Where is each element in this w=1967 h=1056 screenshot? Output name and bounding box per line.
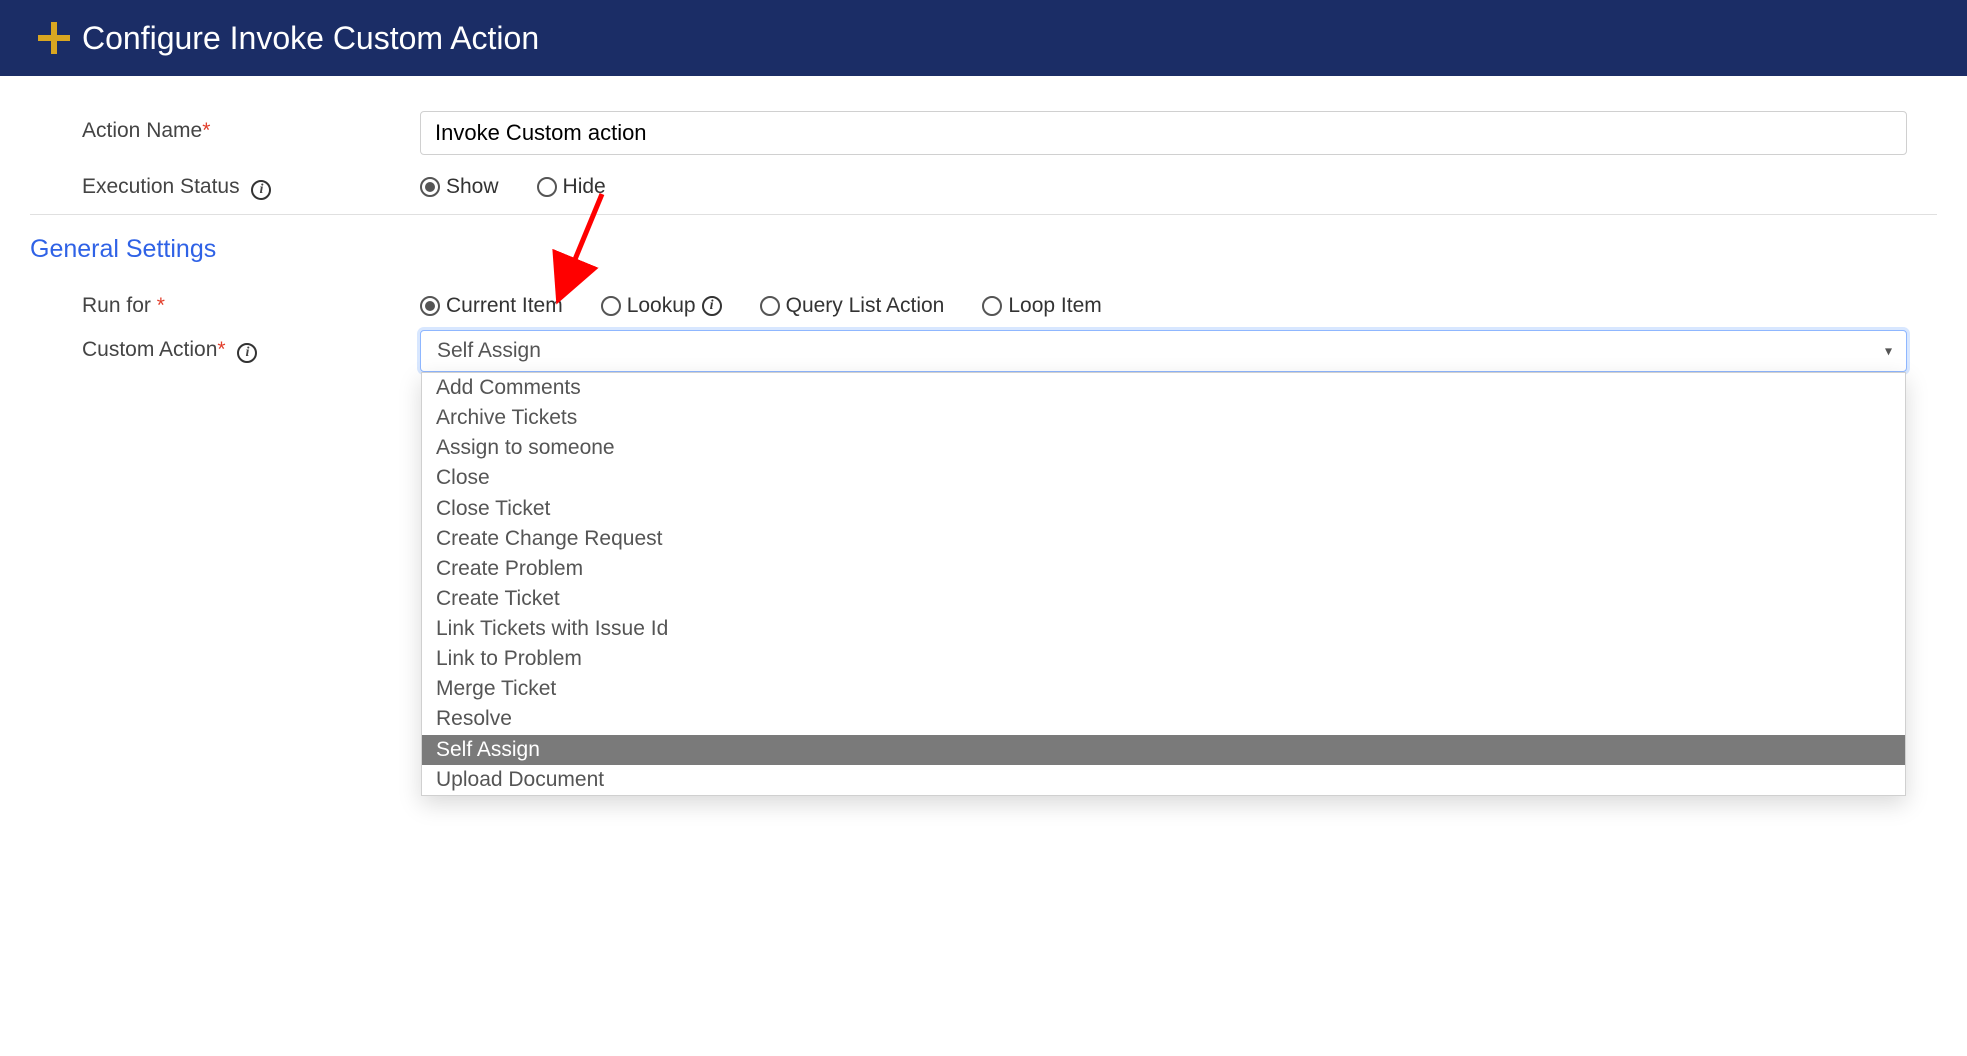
radio-icon <box>420 177 440 197</box>
radio-label: Query List Action <box>786 294 945 318</box>
label-execution-status: Execution Status i <box>30 167 420 200</box>
radio-icon <box>982 296 1002 316</box>
radio-query-list-action[interactable]: Query List Action <box>760 294 945 318</box>
radio-label: Hide <box>563 175 606 199</box>
radio-icon <box>601 296 621 316</box>
radio-icon <box>420 296 440 316</box>
label-run-for: Run for * <box>30 286 420 318</box>
radio-exec-hide[interactable]: Hide <box>537 175 606 199</box>
dropdown-option[interactable]: Create Ticket <box>422 584 1905 614</box>
custom-action-select[interactable]: Self Assign ▾ Add CommentsArchive Ticket… <box>420 330 1907 372</box>
divider <box>30 214 1937 215</box>
radio-label: Current Item <box>446 294 563 318</box>
custom-action-dropdown[interactable]: Add CommentsArchive TicketsAssign to som… <box>421 372 1906 796</box>
dropdown-option[interactable]: Link Tickets with Issue Id <box>422 614 1905 644</box>
dialog-title: Configure Invoke Custom Action <box>82 20 539 57</box>
select-value[interactable]: Self Assign <box>421 331 1906 371</box>
dropdown-option[interactable]: Upload Document <box>422 765 1905 795</box>
dropdown-option[interactable]: Assign to someone <box>422 433 1905 463</box>
dropdown-option[interactable]: Add Comments <box>422 373 1905 403</box>
dropdown-option[interactable]: Self Assign <box>422 735 1905 765</box>
dropdown-option[interactable]: Create Problem <box>422 554 1905 584</box>
section-general-settings: General Settings <box>30 235 1937 264</box>
radio-lookup[interactable]: Lookup i <box>601 294 722 318</box>
label-action-name: Action Name* <box>30 111 420 143</box>
info-icon[interactable]: i <box>237 343 257 363</box>
dropdown-option[interactable]: Resolve <box>422 704 1905 734</box>
row-custom-action: Custom Action* i Self Assign ▾ Add Comme… <box>30 330 1937 372</box>
row-action-name: Action Name* <box>30 111 1937 155</box>
radio-current-item[interactable]: Current Item <box>420 294 563 318</box>
info-icon[interactable]: i <box>702 296 722 316</box>
dialog-header: Configure Invoke Custom Action <box>0 0 1967 76</box>
dropdown-option[interactable]: Close Ticket <box>422 494 1905 524</box>
dropdown-option[interactable]: Merge Ticket <box>422 674 1905 704</box>
radio-loop-item[interactable]: Loop Item <box>982 294 1101 318</box>
radio-exec-show[interactable]: Show <box>420 175 499 199</box>
radio-label: Loop Item <box>1008 294 1101 318</box>
radio-icon <box>760 296 780 316</box>
dropdown-option[interactable]: Archive Tickets <box>422 403 1905 433</box>
radio-icon <box>537 177 557 197</box>
row-run-for: Run for * Current Item Lookup i Que <box>30 286 1937 318</box>
dropdown-option[interactable]: Create Change Request <box>422 524 1905 554</box>
radio-label: Show <box>446 175 499 199</box>
dropdown-option[interactable]: Link to Problem <box>422 644 1905 674</box>
dropdown-option[interactable]: Close <box>422 463 1905 493</box>
action-name-input[interactable] <box>420 111 1907 155</box>
radio-label: Lookup <box>627 294 696 318</box>
info-icon[interactable]: i <box>251 180 271 200</box>
label-custom-action: Custom Action* i <box>30 330 420 363</box>
row-execution-status: Execution Status i Show Hide <box>30 167 1937 200</box>
plus-icon <box>38 22 70 54</box>
